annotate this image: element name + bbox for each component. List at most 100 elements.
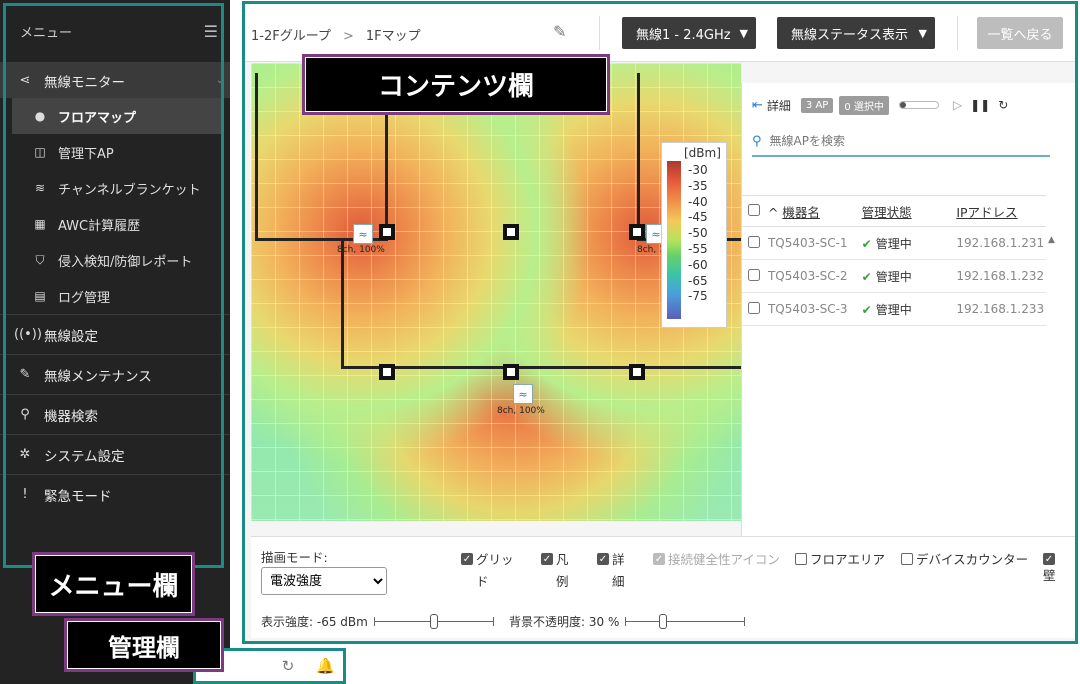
wall-anchor[interactable]: [503, 364, 519, 380]
row-checkbox[interactable]: [748, 235, 760, 248]
option-legend[interactable]: ✓ 凡例: [541, 549, 577, 593]
wrench-icon[interactable]: ✎: [553, 22, 566, 41]
refresh-icon[interactable]: ↻: [282, 657, 295, 675]
option-grid[interactable]: ✓ グリッド: [461, 549, 525, 593]
checkbox[interactable]: ✓: [597, 553, 609, 565]
band-select[interactable]: 無線1 - 2.4GHz ▼: [622, 17, 756, 49]
wall-anchor[interactable]: [629, 224, 645, 240]
wall-anchor[interactable]: [629, 364, 645, 380]
caret-down-icon: ▼: [739, 26, 748, 40]
selected-count-badge: 0 選択中: [839, 95, 889, 115]
table-row[interactable]: TQ5403-SC-2 ✔ 管理中 192.168.1.232: [742, 260, 1046, 293]
check-icon: ✔: [861, 302, 872, 317]
checkbox[interactable]: ✓: [461, 553, 473, 565]
caret-down-icon: ▼: [918, 26, 927, 40]
ap-icon: ◫: [34, 145, 46, 159]
display-strength-label: 表示強度: -65 dBm: [261, 615, 368, 629]
wall: [341, 366, 741, 369]
check-icon: ✔: [861, 236, 872, 251]
sidebar-subitem-floor-map[interactable]: ● フロアマップ: [12, 98, 222, 134]
column-ip[interactable]: IPアドレス: [956, 202, 1046, 221]
sidebar-subitem-log-management[interactable]: ▤ ログ管理: [0, 278, 230, 314]
menu-area-label: メニュー欄: [32, 552, 195, 616]
ap-search-input[interactable]: [769, 134, 1030, 148]
refresh-icon[interactable]: ↻: [998, 98, 1008, 112]
wifi-ap-icon[interactable]: ≈: [513, 384, 533, 404]
checkbox[interactable]: [795, 553, 807, 565]
option-wall[interactable]: ✓ 壁: [1043, 549, 1061, 587]
location-pin-icon: ●: [34, 109, 46, 123]
ap-status: ✔ 管理中: [861, 236, 912, 251]
divider: [599, 16, 600, 50]
slider-thumb[interactable]: [659, 614, 668, 629]
legend-tick: -40: [688, 194, 708, 209]
status-display-select[interactable]: 無線ステータス表示 ▼: [777, 17, 935, 49]
breadcrumb-item-group[interactable]: 1-2Fグループ: [251, 29, 331, 44]
sidebar-subitem-label: AWC計算履歴: [58, 218, 141, 234]
ap-search: ⚲: [752, 127, 1050, 157]
wall: [341, 238, 344, 368]
ap-detail-panel: ⇤ 詳細 3 AP 0 選択中 ▷ ❚❚ ↻ ⚲ ^ 機器名 管理状態 IPアド…: [741, 83, 1075, 537]
sidebar-item-label: 無線設定: [44, 328, 98, 345]
play-icon[interactable]: ▷: [953, 98, 962, 112]
wrench-icon: ✎: [19, 367, 31, 382]
option-floor-area[interactable]: フロアエリア: [795, 549, 891, 571]
table-row[interactable]: TQ5403-SC-1 ✔ 管理中 192.168.1.231: [742, 227, 1046, 260]
playback-slider[interactable]: [898, 101, 939, 109]
chevron-left-icon: ‹: [220, 329, 224, 340]
checkbox[interactable]: ✓: [1043, 553, 1055, 565]
sidebar-item-device-search[interactable]: ⚲ 機器検索: [0, 394, 230, 434]
wall: [255, 73, 258, 241]
sidebar-subitem-intrusion-report[interactable]: ⛉ 侵入検知/防御レポート: [0, 242, 230, 278]
sidebar-subitem-managed-ap[interactable]: ◫ 管理下AP: [0, 134, 230, 170]
sidebar-subitem-channel-blanket[interactable]: ≋ チャンネルブランケット: [0, 170, 230, 206]
breadcrumb: 1-2Fグループ >1Fマップ: [251, 25, 421, 44]
row-checkbox[interactable]: [748, 268, 760, 281]
wall-anchor[interactable]: [379, 364, 395, 380]
floor-heatmap[interactable]: ≈ 8ch, 100% ≈ 8ch, 100% ≈ 8ch, 100% [dBm…: [251, 63, 741, 521]
sidebar-item-wireless-maintenance[interactable]: ✎ 無線メンテナンス ‹: [0, 354, 230, 394]
scroll-up-arrow-icon[interactable]: ▲: [1048, 235, 1055, 245]
select-all-checkbox[interactable]: [748, 203, 760, 216]
layers-icon: ≋: [34, 181, 46, 195]
sidebar-item-emergency-mode[interactable]: ! 緊急モード: [0, 474, 230, 514]
sidebar-item-system-settings[interactable]: ✲ システム設定: [0, 434, 230, 474]
table-row[interactable]: TQ5403-SC-3 ✔ 管理中 192.168.1.233: [742, 293, 1046, 326]
option-health-icon: ✓ 接続健全性アイコン: [653, 552, 780, 567]
wall-anchor[interactable]: [503, 224, 519, 240]
share-icon: ⋖: [19, 73, 31, 88]
sidebar-subitem-awc-history[interactable]: ▦ AWC計算履歴: [0, 206, 230, 242]
bell-icon[interactable]: 🔔: [316, 657, 335, 675]
ap-label: 8ch, 100%: [337, 245, 385, 255]
bg-opacity-slider[interactable]: [625, 614, 746, 629]
sidebar-item-wireless-settings[interactable]: ((•)) 無線設定 ‹: [0, 314, 230, 354]
ap-table: ^ 機器名 管理状態 IPアドレス TQ5403-SC-1 ✔ 管理中 192.1…: [742, 195, 1046, 326]
check-icon: ✔: [861, 269, 872, 284]
hamburger-icon[interactable]: ☰: [204, 22, 218, 41]
back-to-list-button[interactable]: 一覧へ戻る: [977, 17, 1063, 49]
sidebar-item-wireless-monitor[interactable]: ⋖ 無線モニター ⌄: [0, 62, 230, 98]
column-status[interactable]: 管理状態: [862, 202, 957, 221]
legend-tick: -65: [688, 273, 708, 288]
row-checkbox[interactable]: [748, 301, 760, 314]
display-strength-slider[interactable]: [373, 614, 494, 629]
pause-icon[interactable]: ❚❚: [970, 98, 990, 112]
column-name[interactable]: ^ 機器名: [764, 202, 862, 221]
document-icon: ▤: [34, 289, 46, 303]
wifi-ap-icon[interactable]: ≈: [353, 224, 373, 244]
option-detail[interactable]: ✓ 詳細: [597, 549, 633, 593]
bg-opacity-label: 背景不透明度: 30 %: [509, 615, 620, 629]
checkbox[interactable]: [901, 553, 913, 565]
wall-anchor[interactable]: [379, 224, 395, 240]
display-options: 描画モード: 電波強度 ✓ グリッド ✓ 凡例 ✓ 詳細 ✓ 接続健全性アイコン フロア…: [251, 536, 1075, 638]
draw-mode-select[interactable]: 電波強度: [261, 567, 387, 595]
band-select-value: 無線1 - 2.4GHz: [636, 27, 731, 43]
option-device-counter[interactable]: デバイスカウンター: [901, 549, 1031, 571]
ap-count-badge: 3 AP: [800, 97, 834, 113]
management-area-label: 管理欄: [64, 618, 224, 672]
slider-thumb[interactable]: [429, 614, 438, 629]
collapse-panel-icon[interactable]: ⇤: [752, 98, 763, 113]
sidebar-item-label: システム設定: [44, 448, 125, 465]
checkbox[interactable]: ✓: [541, 553, 553, 565]
sidebar-title: メニュー: [20, 25, 73, 41]
